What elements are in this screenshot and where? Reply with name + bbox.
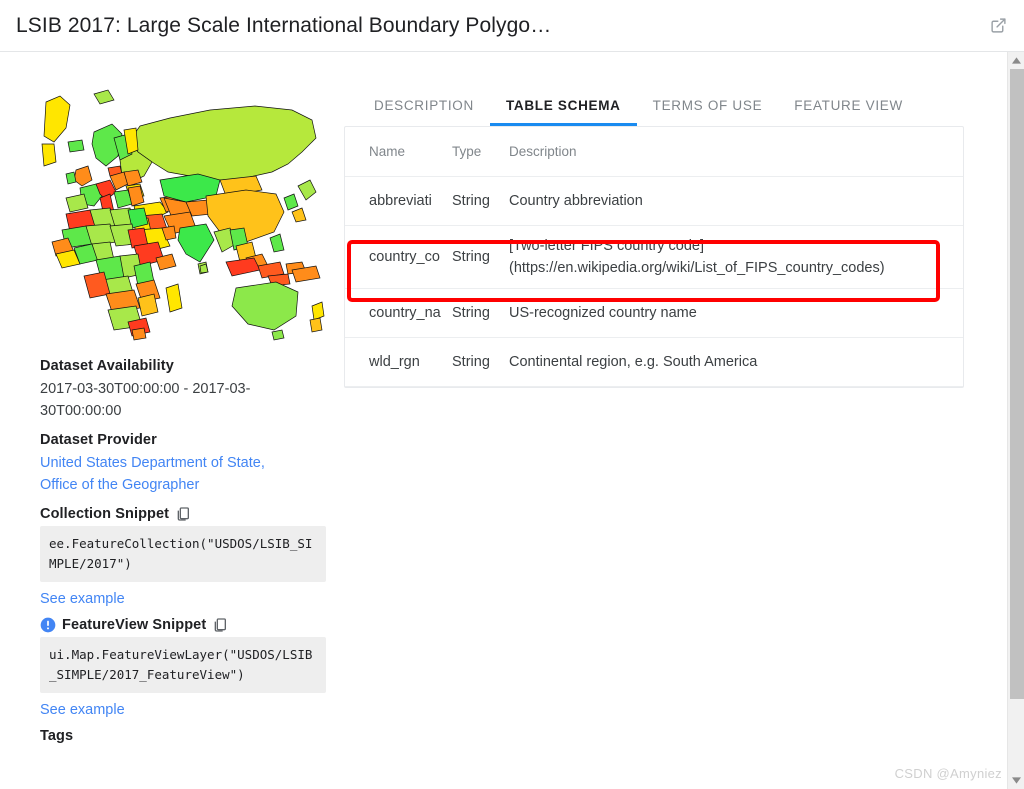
- tab-feature-view[interactable]: FEATURE VIEW: [778, 98, 919, 126]
- dataset-availability-title: Dataset Availability: [40, 358, 174, 374]
- window-titlebar: LSIB 2017: Large Scale International Bou…: [0, 0, 1024, 52]
- cell-field-description: Continental region, e.g. South America: [509, 354, 758, 370]
- featureview-see-example-link[interactable]: See example: [40, 702, 300, 718]
- table-row[interactable]: country_co String [Two-letter FIPS count…: [345, 226, 963, 289]
- cell-field-description: Country abbreviation: [509, 193, 643, 209]
- copy-icon[interactable]: [175, 506, 191, 522]
- cell-field-type: String: [452, 193, 490, 209]
- column-header-description: Description: [509, 143, 577, 159]
- tab-terms-of-use[interactable]: TERMS OF USE: [637, 98, 779, 126]
- tags-title: Tags: [40, 728, 74, 744]
- collection-snippet-title: Collection Snippet: [40, 506, 300, 522]
- dataset-world-map-thumbnail: [40, 80, 330, 348]
- scroll-down-arrow-icon[interactable]: [1008, 772, 1024, 789]
- cell-field-description: US-recognized country name: [509, 305, 697, 321]
- cell-field-name: wld_rgn: [369, 354, 420, 370]
- featureview-snippet-label: FeatureView Snippet: [62, 617, 207, 633]
- cell-field-name: abbreviati: [369, 193, 432, 209]
- cell-field-description: [Two-letter FIPS country code] (https://…: [509, 235, 963, 279]
- column-header-name: Name: [369, 144, 406, 159]
- tab-description[interactable]: DESCRIPTION: [358, 98, 490, 126]
- cell-field-name: country_co: [369, 249, 440, 265]
- open-in-new-icon[interactable]: [986, 14, 1010, 38]
- description-line-2: (https://en.wikipedia.org/wiki/List_of_F…: [509, 260, 885, 276]
- scrollbar-thumb[interactable]: [1010, 69, 1024, 699]
- copy-icon[interactable]: [212, 617, 228, 633]
- table-row[interactable]: wld_rgn String Continental region, e.g. …: [345, 338, 963, 387]
- table-row[interactable]: abbreviati String Country abbreviation: [345, 177, 963, 226]
- table-schema-table: Name Type Description abbreviati String …: [344, 126, 964, 388]
- table-header-row: Name Type Description: [345, 127, 963, 177]
- collection-snippet-code[interactable]: ee.FeatureCollection("USDOS/LSIB_SIMPLE/…: [40, 526, 326, 582]
- dataset-provider-link[interactable]: United States Department of State, Offic…: [40, 452, 300, 496]
- scroll-content-area: Dataset Availability 2017-03-30T00:00:00…: [0, 52, 1007, 789]
- vertical-scrollbar[interactable]: [1007, 52, 1024, 789]
- dataset-provider-title: Dataset Provider: [40, 432, 157, 448]
- cell-field-type: String: [452, 305, 490, 321]
- info-badge-icon: [40, 617, 56, 633]
- cell-field-type: String: [452, 354, 490, 370]
- description-line-1: [Two-letter FIPS country code]: [509, 238, 705, 254]
- scroll-up-arrow-icon[interactable]: [1008, 52, 1024, 69]
- scrollbar-track[interactable]: [1009, 69, 1024, 772]
- collection-see-example-link[interactable]: See example: [40, 591, 300, 607]
- dataset-sidebar: Dataset Availability 2017-03-30T00:00:00…: [0, 80, 330, 748]
- cell-field-type: String: [452, 249, 490, 265]
- dataset-detail-panel: DESCRIPTION TABLE SCHEMA TERMS OF USE FE…: [300, 80, 1007, 748]
- column-header-type: Type: [452, 144, 482, 159]
- featureview-snippet-code[interactable]: ui.Map.FeatureViewLayer("USDOS/LSIB_SIMP…: [40, 637, 326, 693]
- page-body: Dataset Availability 2017-03-30T00:00:00…: [0, 52, 1024, 789]
- dataset-availability-value: 2017-03-30T00:00:00 - 2017-03-30T00:00:0…: [40, 381, 251, 419]
- watermark: CSDN @Amyniez: [894, 766, 1002, 781]
- cell-field-name: country_na: [369, 305, 441, 321]
- collection-snippet-label: Collection Snippet: [40, 506, 170, 522]
- table-row[interactable]: country_na String US-recognized country …: [345, 289, 963, 338]
- page-title: LSIB 2017: Large Scale International Bou…: [16, 13, 552, 37]
- featureview-snippet-title: FeatureView Snippet: [40, 617, 300, 633]
- dataset-tabs: DESCRIPTION TABLE SCHEMA TERMS OF USE FE…: [344, 80, 983, 126]
- tab-table-schema[interactable]: TABLE SCHEMA: [489, 98, 637, 126]
